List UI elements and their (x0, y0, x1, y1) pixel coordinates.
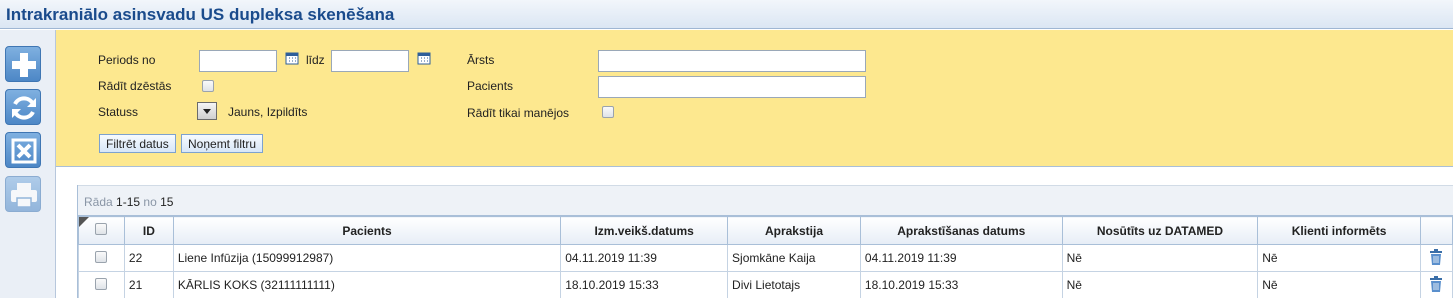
filter-panel: Periods no līdz Rādīt dzēstās Statuss Ja… (56, 30, 1453, 167)
filter-button[interactable]: Filtrēt datus (99, 134, 176, 153)
clear-filter-button[interactable]: Noņemt filtru (181, 134, 264, 153)
cell-id: 21 (123, 271, 174, 298)
table-row[interactable]: 22 Liene Infūzija (15099912987) 04.11.20… (78, 244, 1453, 272)
row-checkbox[interactable] (95, 250, 108, 263)
cell-describer: Divi Lietotajs (727, 271, 861, 298)
period-to-label: līdz (306, 53, 325, 67)
status-dropdown[interactable] (197, 102, 217, 120)
trash-icon[interactable] (1429, 275, 1443, 292)
cell-date: 18.10.2019 15:33 (560, 271, 729, 298)
table-row[interactable]: 21 KĀRLIS KOKS (32111111111) 18.10.2019 … (78, 271, 1453, 298)
cell-informed: Nē (1257, 271, 1421, 298)
period-to-input[interactable] (331, 50, 409, 72)
column-header[interactable]: Aprakstija (727, 216, 861, 245)
pager-total: 15 (160, 195, 174, 209)
only-mine-label: Rādīt tikai manējos (467, 106, 570, 120)
results-table: ID Pacients Izm.veikš.datums Aprakstija … (78, 216, 1453, 298)
pager-range: 1-15 (116, 195, 141, 209)
page-title: Intrakraniālo asinsvadu US dupleksa sken… (6, 5, 395, 24)
select-all-cell (78, 216, 125, 245)
status-label: Statuss (98, 105, 139, 119)
print-icon (11, 183, 37, 208)
add-button[interactable] (5, 46, 41, 82)
column-header[interactable]: Nosūtīts uz DATAMED (1061, 216, 1259, 245)
table-header: ID Pacients Izm.veikš.datums Aprakstija … (78, 216, 1453, 245)
refresh-button[interactable] (5, 89, 41, 125)
cell-informed: Nē (1257, 244, 1421, 272)
column-header[interactable]: Aprakstīšanas datums (859, 216, 1063, 245)
column-header[interactable]: ID (123, 216, 174, 245)
cell-sent: Nē (1061, 244, 1259, 272)
patient-input[interactable] (598, 76, 866, 98)
patient-label: Pacients (467, 79, 514, 93)
side-toolbar (0, 30, 56, 298)
period-from-input[interactable] (199, 50, 277, 72)
row-actions (1419, 244, 1453, 272)
refresh-icon (12, 96, 36, 120)
pager-prefix: Rāda (84, 195, 113, 209)
row-select-cell (78, 244, 125, 272)
plus-icon (12, 53, 36, 77)
only-mine-checkbox[interactable] (602, 106, 614, 118)
cell-patient: Liene Infūzija (15099912987) (172, 244, 562, 272)
calendar-icon[interactable] (285, 51, 299, 65)
select-all-checkbox[interactable] (95, 223, 108, 235)
pager-text: Rāda 1-15 no 15 (84, 195, 173, 209)
cell-describer: Sjomkāne Kaija (727, 244, 861, 272)
cell-id: 22 (123, 244, 174, 272)
cancel-icon (11, 138, 37, 164)
row-select-cell (78, 271, 125, 298)
cell-sent: Nē (1061, 271, 1259, 298)
column-header[interactable]: Pacients (172, 216, 562, 245)
cell-described-date: 18.10.2019 15:33 (859, 271, 1063, 298)
cell-described-date: 04.11.2019 11:39 (859, 244, 1063, 272)
trash-icon[interactable] (1429, 248, 1443, 265)
column-header[interactable]: Klienti informēts (1257, 216, 1421, 245)
row-actions (1419, 271, 1453, 298)
cancel-button[interactable] (5, 132, 41, 168)
results-grid: Rāda 1-15 no 15 ID Pacients Izm.veikš.da… (77, 185, 1453, 298)
actions-header (1419, 216, 1453, 245)
show-deleted-checkbox[interactable] (202, 80, 214, 92)
doctor-label: Ārsts (467, 53, 495, 67)
title-bar: Intrakraniālo asinsvadu US dupleksa sken… (0, 0, 1453, 29)
cell-patient: KĀRLIS KOKS (32111111111) (172, 271, 562, 298)
period-from-label: Periods no (98, 53, 156, 67)
calendar-icon[interactable] (417, 51, 431, 65)
cell-date: 04.11.2019 11:39 (560, 244, 729, 272)
show-deleted-label: Rādīt dzēstās (98, 79, 172, 93)
print-button[interactable] (5, 176, 41, 212)
column-header[interactable]: Izm.veikš.datums (560, 216, 729, 245)
doctor-input[interactable] (598, 50, 866, 72)
pager: Rāda 1-15 no 15 (78, 185, 1453, 216)
pager-of: no (143, 195, 157, 209)
status-value: Jauns, Izpildīts (228, 105, 308, 119)
row-checkbox[interactable] (95, 277, 108, 290)
